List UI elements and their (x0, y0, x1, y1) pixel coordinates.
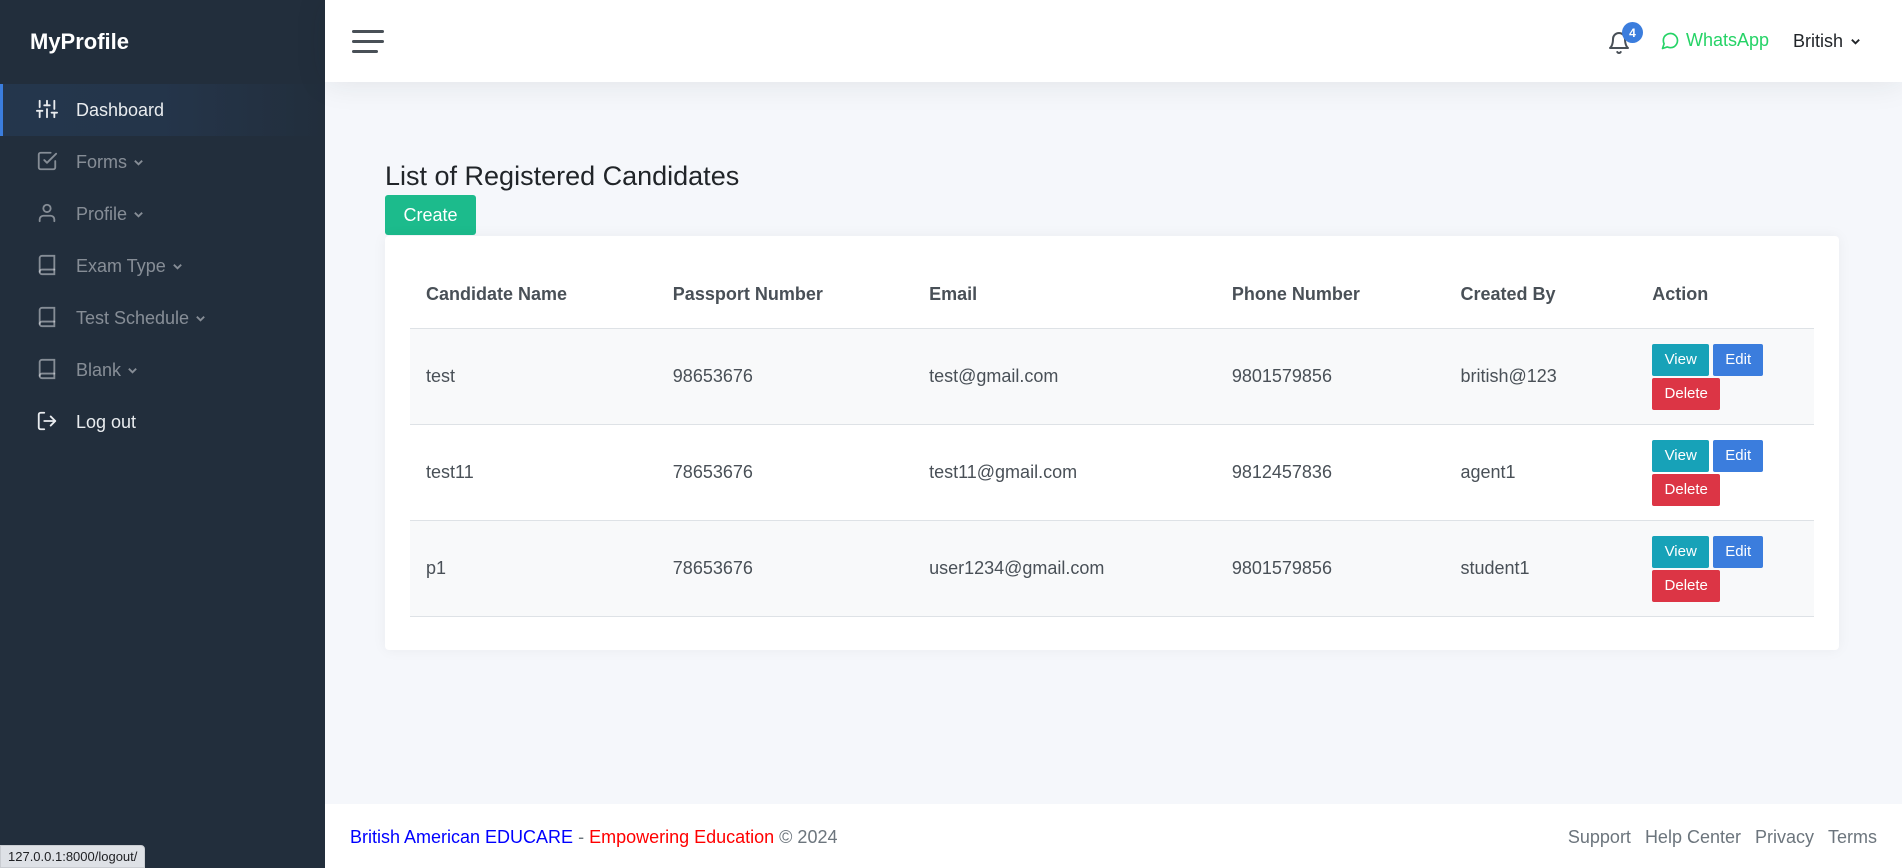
footer-brand-link[interactable]: British American EDUCARE (350, 827, 573, 847)
column-header: Created By (1444, 261, 1637, 329)
cell-phone-number: 9801579856 (1215, 520, 1445, 617)
book-icon (36, 254, 60, 278)
sidebar-item-label: Profile (76, 203, 128, 224)
delete-button[interactable]: Delete (1652, 473, 1721, 506)
sidebar-item-label: Dashboard (76, 99, 165, 120)
column-header: Email (913, 261, 1216, 329)
sidebar-item-blank[interactable]: Blank (0, 344, 325, 396)
book-icon (36, 306, 60, 330)
footer-link-terms[interactable]: Terms (1828, 827, 1877, 848)
whatsapp-label: WhatsApp (1686, 30, 1770, 50)
notification-badge: 4 (1622, 22, 1643, 43)
candidates-table: Candidate Name Passport Number Email Pho… (410, 261, 1814, 617)
cell-created-by: student1 (1444, 520, 1637, 617)
column-header: Candidate Name (410, 261, 657, 329)
edit-button[interactable]: Edit (1713, 535, 1764, 568)
create-button[interactable]: Create (385, 195, 476, 235)
cell-actions: View Edit Delete (1636, 328, 1814, 425)
sidebar-item-label: Exam Type (76, 255, 166, 276)
column-header: Action (1636, 261, 1814, 329)
candidates-card: Candidate Name Passport Number Email Pho… (385, 236, 1839, 650)
cell-email: test@gmail.com (913, 328, 1216, 425)
column-header: Phone Number (1215, 261, 1445, 329)
page-title: List of Registered Candidates (385, 161, 740, 192)
footer-link-support[interactable]: Support (1568, 827, 1631, 848)
chevron-down-icon (133, 157, 144, 168)
footer-tagline: Empowering Education (589, 827, 775, 847)
table-row: test 98653676 test@gmail.com 9801579856 … (410, 328, 1814, 425)
cell-actions: View Edit Delete (1636, 424, 1814, 521)
cell-candidate-name: test11 (410, 424, 657, 521)
language-label: British (1793, 31, 1844, 51)
view-button[interactable]: View (1652, 343, 1710, 376)
hamburger-menu-icon[interactable] (352, 30, 384, 54)
whatsapp-link[interactable]: WhatsApp (1660, 30, 1769, 51)
cell-passport-number: 78653676 (656, 520, 914, 617)
sidebar-item-logout[interactable]: Log out (0, 396, 325, 448)
sidebar-item-label: Blank (76, 359, 122, 380)
sidebar-item-forms[interactable]: Forms (0, 136, 325, 188)
cell-phone-number: 9801579856 (1215, 328, 1445, 425)
language-dropdown[interactable]: British (1793, 31, 1861, 52)
cell-candidate-name: p1 (410, 520, 657, 617)
brand-logo[interactable]: MyProfile (0, 0, 325, 84)
sliders-icon (36, 98, 60, 122)
log-out-icon (36, 410, 60, 434)
whatsapp-icon (1661, 32, 1679, 49)
book-icon (36, 358, 60, 382)
cell-email: user1234@gmail.com (913, 520, 1216, 617)
cell-passport-number: 98653676 (656, 328, 914, 425)
sidebar-item-label: Log out (76, 411, 137, 432)
cell-email: test11@gmail.com (913, 424, 1216, 521)
footer-separator: - (573, 827, 590, 847)
edit-button[interactable]: Edit (1713, 439, 1764, 472)
cell-actions: View Edit Delete (1636, 520, 1814, 617)
user-icon (36, 202, 60, 226)
table-row: p1 78653676 user1234@gmail.com 980157985… (410, 520, 1814, 617)
cell-phone-number: 9812457836 (1215, 424, 1445, 521)
chevron-down-icon (1851, 39, 1860, 45)
cell-candidate-name: test (410, 328, 657, 425)
footer-copyright: British American EDUCARE - Empowering Ed… (350, 827, 837, 848)
footer: British American EDUCARE - Empowering Ed… (325, 804, 1902, 868)
delete-button[interactable]: Delete (1652, 377, 1721, 410)
chevron-down-icon (195, 313, 206, 324)
topbar: 4 WhatsApp British (325, 0, 1902, 82)
sidebar-item-label: Test Schedule (76, 307, 190, 328)
sidebar-item-test-schedule[interactable]: Test Schedule (0, 292, 325, 344)
sidebar-nav: Dashboard Forms Profile Exam Type Test S… (0, 84, 325, 448)
footer-link-help-center[interactable]: Help Center (1645, 827, 1741, 848)
check-square-icon (36, 150, 60, 174)
sidebar-item-label: Forms (76, 151, 127, 172)
chevron-down-icon (172, 261, 183, 272)
footer-year: © 2024 (774, 827, 838, 847)
view-button[interactable]: View (1652, 439, 1710, 472)
edit-button[interactable]: Edit (1713, 343, 1764, 376)
cell-created-by: british@123 (1444, 328, 1637, 425)
sidebar: MyProfile Dashboard Forms Profile Exam T… (0, 0, 325, 868)
chevron-down-icon (127, 365, 138, 376)
cell-created-by: agent1 (1444, 424, 1637, 521)
cell-passport-number: 78653676 (656, 424, 914, 521)
table-header-row: Candidate Name Passport Number Email Pho… (410, 261, 1814, 329)
column-header: Passport Number (656, 261, 914, 329)
footer-link-privacy[interactable]: Privacy (1755, 827, 1814, 848)
delete-button[interactable]: Delete (1652, 569, 1721, 602)
sidebar-item-dashboard[interactable]: Dashboard (0, 84, 325, 136)
chevron-down-icon (133, 209, 144, 220)
footer-links: Support Help Center Privacy Terms (1568, 827, 1877, 848)
sidebar-item-exam-type[interactable]: Exam Type (0, 240, 325, 292)
sidebar-item-profile[interactable]: Profile (0, 188, 325, 240)
view-button[interactable]: View (1652, 535, 1710, 568)
browser-status-url: 127.0.0.1:8000/logout/ (0, 845, 146, 868)
table-row: test11 78653676 test11@gmail.com 9812457… (410, 424, 1814, 521)
